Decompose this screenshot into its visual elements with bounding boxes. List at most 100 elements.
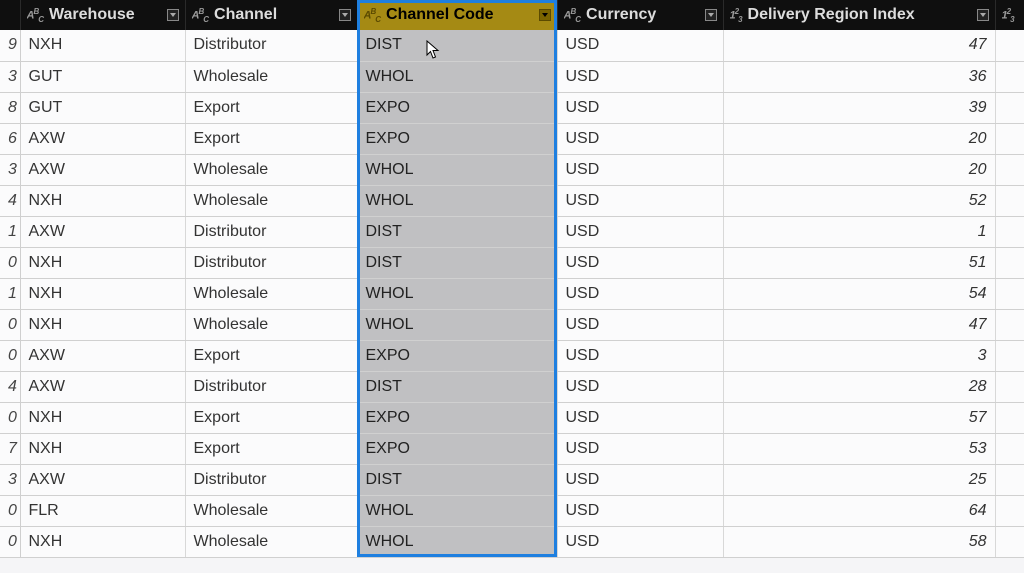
cell-partial[interactable]: [995, 495, 1024, 526]
cell-row-index[interactable]: 0: [0, 495, 20, 526]
cell-channel[interactable]: Wholesale: [185, 309, 357, 340]
cell-warehouse[interactable]: NXH: [20, 309, 185, 340]
cell-delivery-region-index[interactable]: 3: [723, 340, 995, 371]
cell-currency[interactable]: USD: [557, 464, 723, 495]
filter-dropdown-icon[interactable]: [539, 9, 551, 21]
cell-row-index[interactable]: 3: [0, 464, 20, 495]
cell-partial[interactable]: [995, 526, 1024, 557]
table-row[interactable]: 3GUTWholesaleWHOLUSD36: [0, 61, 1024, 92]
table-row[interactable]: 3AXWWholesaleWHOLUSD20: [0, 154, 1024, 185]
cell-delivery-region-index[interactable]: 58: [723, 526, 995, 557]
cell-channel[interactable]: Export: [185, 433, 357, 464]
cell-warehouse[interactable]: AXW: [20, 464, 185, 495]
cell-channel-code[interactable]: DIST: [357, 371, 557, 402]
cell-delivery-region-index[interactable]: 51: [723, 247, 995, 278]
filter-dropdown-icon[interactable]: [705, 9, 717, 21]
table-row[interactable]: 6AXWExportEXPOUSD20: [0, 123, 1024, 154]
cell-delivery-region-index[interactable]: 20: [723, 154, 995, 185]
cell-channel[interactable]: Wholesale: [185, 526, 357, 557]
cell-delivery-region-index[interactable]: 1: [723, 216, 995, 247]
table-row[interactable]: 0NXHDistributorDISTUSD51: [0, 247, 1024, 278]
cell-currency[interactable]: USD: [557, 495, 723, 526]
cell-channel[interactable]: Distributor: [185, 247, 357, 278]
cell-row-index[interactable]: 0: [0, 247, 20, 278]
table-row[interactable]: 0NXHExportEXPOUSD57: [0, 402, 1024, 433]
cell-delivery-region-index[interactable]: 52: [723, 185, 995, 216]
cell-partial[interactable]: [995, 371, 1024, 402]
cell-channel[interactable]: Export: [185, 340, 357, 371]
cell-partial[interactable]: [995, 185, 1024, 216]
cell-currency[interactable]: USD: [557, 61, 723, 92]
cell-channel[interactable]: Wholesale: [185, 278, 357, 309]
cell-warehouse[interactable]: NXH: [20, 526, 185, 557]
cell-currency[interactable]: USD: [557, 526, 723, 557]
cell-delivery-region-index[interactable]: 28: [723, 371, 995, 402]
col-header-channel[interactable]: ABC Channel: [185, 0, 357, 30]
cell-row-index[interactable]: 1: [0, 216, 20, 247]
cell-channel[interactable]: Export: [185, 123, 357, 154]
cell-currency[interactable]: USD: [557, 402, 723, 433]
cell-delivery-region-index[interactable]: 53: [723, 433, 995, 464]
filter-dropdown-icon[interactable]: [167, 9, 179, 21]
table-row[interactable]: 4AXWDistributorDISTUSD28: [0, 371, 1024, 402]
cell-warehouse[interactable]: NXH: [20, 433, 185, 464]
cell-channel-code[interactable]: EXPO: [357, 92, 557, 123]
cell-warehouse[interactable]: AXW: [20, 123, 185, 154]
cell-partial[interactable]: [995, 278, 1024, 309]
cell-currency[interactable]: USD: [557, 123, 723, 154]
cell-row-index[interactable]: 1: [0, 278, 20, 309]
cell-channel-code[interactable]: EXPO: [357, 340, 557, 371]
cell-currency[interactable]: USD: [557, 433, 723, 464]
cell-channel-code[interactable]: DIST: [357, 30, 557, 61]
cell-channel-code[interactable]: WHOL: [357, 526, 557, 557]
cell-row-index[interactable]: 4: [0, 185, 20, 216]
table-row[interactable]: 0NXHWholesaleWHOLUSD58: [0, 526, 1024, 557]
table-row[interactable]: 0NXHWholesaleWHOLUSD47: [0, 309, 1024, 340]
table-row[interactable]: 9NXHDistributorDISTUSD47: [0, 30, 1024, 61]
cell-delivery-region-index[interactable]: 39: [723, 92, 995, 123]
cell-warehouse[interactable]: FLR: [20, 495, 185, 526]
cell-partial[interactable]: [995, 247, 1024, 278]
cell-channel[interactable]: Distributor: [185, 371, 357, 402]
table-row[interactable]: 0FLRWholesaleWHOLUSD64: [0, 495, 1024, 526]
cell-partial[interactable]: [995, 464, 1024, 495]
cell-channel-code[interactable]: EXPO: [357, 433, 557, 464]
cell-partial[interactable]: [995, 433, 1024, 464]
cell-channel[interactable]: Distributor: [185, 216, 357, 247]
col-header-partial[interactable]: 123: [995, 0, 1024, 30]
cell-delivery-region-index[interactable]: 64: [723, 495, 995, 526]
cell-warehouse[interactable]: NXH: [20, 247, 185, 278]
cell-row-index[interactable]: 7: [0, 433, 20, 464]
cell-channel-code[interactable]: WHOL: [357, 309, 557, 340]
cell-delivery-region-index[interactable]: 20: [723, 123, 995, 154]
cell-partial[interactable]: [995, 154, 1024, 185]
cell-row-index[interactable]: 3: [0, 154, 20, 185]
cell-warehouse[interactable]: AXW: [20, 216, 185, 247]
cell-delivery-region-index[interactable]: 36: [723, 61, 995, 92]
cell-delivery-region-index[interactable]: 25: [723, 464, 995, 495]
col-header-row-index[interactable]: [0, 0, 20, 30]
cell-currency[interactable]: USD: [557, 278, 723, 309]
cell-delivery-region-index[interactable]: 47: [723, 30, 995, 61]
cell-warehouse[interactable]: GUT: [20, 92, 185, 123]
cell-channel[interactable]: Export: [185, 92, 357, 123]
cell-warehouse[interactable]: NXH: [20, 30, 185, 61]
cell-row-index[interactable]: 0: [0, 340, 20, 371]
cell-channel-code[interactable]: DIST: [357, 247, 557, 278]
cell-channel-code[interactable]: WHOL: [357, 154, 557, 185]
table-row[interactable]: 1AXWDistributorDISTUSD1: [0, 216, 1024, 247]
cell-channel[interactable]: Wholesale: [185, 154, 357, 185]
cell-currency[interactable]: USD: [557, 92, 723, 123]
cell-currency[interactable]: USD: [557, 154, 723, 185]
cell-channel-code[interactable]: WHOL: [357, 495, 557, 526]
filter-dropdown-icon[interactable]: [977, 9, 989, 21]
cell-currency[interactable]: USD: [557, 309, 723, 340]
cell-delivery-region-index[interactable]: 47: [723, 309, 995, 340]
col-header-channel-code[interactable]: ABC Channel Code: [357, 0, 557, 30]
cell-currency[interactable]: USD: [557, 340, 723, 371]
cell-channel-code[interactable]: WHOL: [357, 278, 557, 309]
cell-channel-code[interactable]: EXPO: [357, 123, 557, 154]
cell-row-index[interactable]: 0: [0, 526, 20, 557]
cell-row-index[interactable]: 0: [0, 309, 20, 340]
cell-warehouse[interactable]: NXH: [20, 278, 185, 309]
